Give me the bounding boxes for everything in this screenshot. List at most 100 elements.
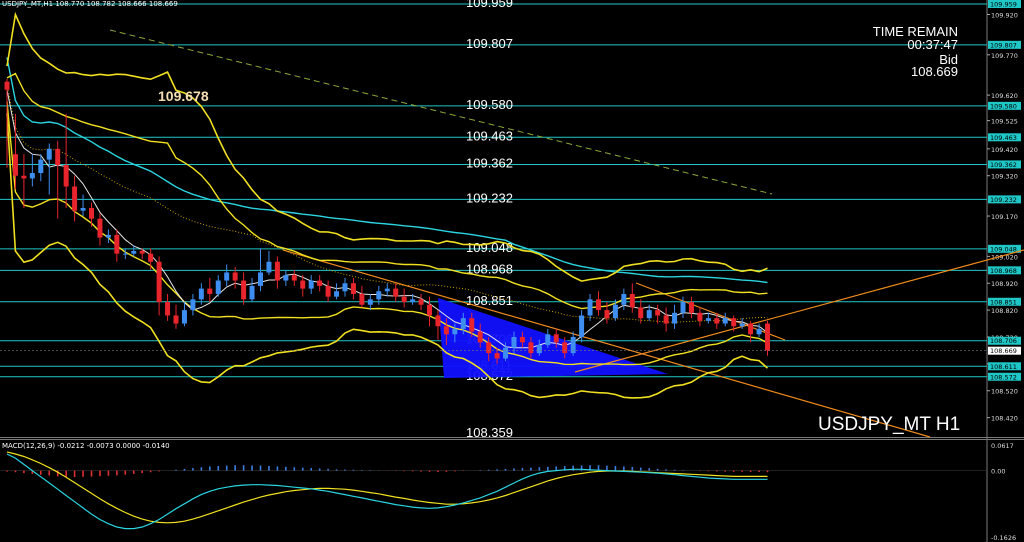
candle-body bbox=[376, 291, 382, 300]
price-axis-tick-label: 109.525 bbox=[991, 118, 1018, 126]
level-label: 108.359 bbox=[466, 425, 513, 440]
candle-body bbox=[604, 310, 610, 319]
candle-body bbox=[173, 315, 179, 324]
level-label: 109.580 bbox=[466, 97, 513, 112]
candle-body bbox=[672, 312, 678, 324]
candle-body bbox=[756, 328, 762, 335]
price-axis-tick-label: 109.320 bbox=[991, 173, 1018, 181]
candle-body bbox=[266, 261, 272, 273]
candle-body bbox=[274, 261, 280, 281]
candle-body bbox=[283, 275, 289, 281]
candle-body bbox=[393, 288, 399, 297]
candle-body bbox=[663, 315, 669, 324]
candle-body bbox=[410, 299, 416, 303]
candle-body bbox=[198, 288, 204, 300]
candle-body bbox=[536, 345, 542, 354]
candle-body bbox=[714, 318, 720, 324]
candle-body bbox=[629, 293, 635, 308]
candle-body bbox=[156, 261, 162, 303]
bid-value: 108.669 bbox=[911, 64, 958, 79]
price-axis-tick-label: 109.420 bbox=[991, 146, 1018, 154]
candle-body bbox=[765, 323, 770, 351]
chart-header: USDJPY_MT,H1 108.770 108.782 108.666 108… bbox=[2, 0, 178, 8]
candle-body bbox=[181, 310, 187, 324]
level-price-tag-label: 108.706 bbox=[990, 337, 1017, 345]
candle-body bbox=[469, 318, 475, 332]
candle-body bbox=[621, 293, 627, 305]
time-remain-label: TIME REMAIN bbox=[872, 24, 958, 39]
candle-body bbox=[165, 302, 171, 316]
candle-body bbox=[748, 323, 754, 335]
candle-body bbox=[722, 318, 728, 324]
candle-body bbox=[291, 275, 297, 281]
candle-body bbox=[427, 304, 432, 316]
candle-body bbox=[249, 285, 255, 300]
price-axis-tick-label: 108.420 bbox=[991, 415, 1018, 423]
candle-body bbox=[688, 302, 694, 313]
candle-body bbox=[232, 272, 238, 281]
level-label: 109.463 bbox=[466, 128, 513, 143]
candle-body bbox=[384, 288, 390, 292]
candle-body bbox=[359, 293, 365, 305]
high-price-label: 109.678 bbox=[158, 88, 209, 104]
candle-body bbox=[731, 318, 737, 327]
candle-body bbox=[190, 299, 196, 311]
level-label: 109.048 bbox=[466, 240, 513, 255]
candle-body bbox=[486, 342, 492, 354]
candle-body bbox=[503, 347, 509, 359]
candle-body bbox=[350, 283, 356, 294]
candle-body bbox=[511, 336, 517, 348]
candle-body bbox=[4, 81, 10, 90]
candle-body bbox=[655, 310, 661, 316]
candle-body bbox=[131, 250, 137, 254]
candle-body bbox=[401, 296, 407, 303]
candle-body bbox=[452, 328, 458, 335]
candle-body bbox=[612, 304, 618, 319]
candle-body bbox=[579, 315, 585, 337]
price-axis-tick-label: 108.820 bbox=[991, 307, 1018, 315]
candle-body bbox=[334, 291, 340, 297]
level-label: 109.232 bbox=[466, 190, 513, 205]
level-price-tag-label: 109.807 bbox=[990, 41, 1017, 49]
candle-body bbox=[477, 331, 483, 343]
candle-body bbox=[105, 234, 111, 238]
macd-label: MACD(12,26,9) -0.0212 -0.0073 0.0000 -0.… bbox=[2, 442, 170, 450]
level-price-tag-label: 109.362 bbox=[990, 161, 1017, 169]
macd-axis-tick-label: 0.0617 bbox=[991, 442, 1014, 450]
price-axis-tick-label: 109.170 bbox=[991, 213, 1018, 221]
price-axis-tick-label: 109.920 bbox=[991, 11, 1018, 19]
level-price-tag-label: 109.580 bbox=[990, 102, 1017, 110]
candle-body bbox=[325, 285, 331, 297]
candle-body bbox=[418, 299, 424, 305]
candle-body bbox=[207, 288, 213, 294]
price-chart[interactable]: 109.920 109.770 109.620 109.525 109.420 109.3… bbox=[0, 0, 1024, 542]
candle-body bbox=[680, 302, 686, 313]
candle-body bbox=[739, 323, 745, 327]
level-label: 109.959 bbox=[466, 0, 513, 10]
candle-body bbox=[55, 148, 61, 165]
candle-body bbox=[12, 154, 18, 176]
price-axis-tick-label: 109.620 bbox=[991, 92, 1018, 100]
candle-body bbox=[215, 280, 221, 294]
candle-body bbox=[545, 334, 551, 346]
candle-body bbox=[300, 280, 306, 289]
level-price-tag-label: 108.611 bbox=[990, 363, 1017, 371]
level-label: 109.362 bbox=[466, 155, 513, 170]
current-price-tag-label: 108.669 bbox=[990, 347, 1017, 355]
candle-body bbox=[367, 299, 373, 305]
time-remain-value: 00:37:47 bbox=[907, 37, 958, 52]
macd-axis-tick-label: -0.1626 bbox=[991, 534, 1016, 542]
level-price-tag-label: 108.968 bbox=[990, 267, 1017, 275]
candle-body bbox=[596, 299, 601, 311]
candle-body bbox=[139, 250, 145, 254]
level-price-tag-label: 109.959 bbox=[990, 1, 1017, 9]
level-price-tag-label: 109.232 bbox=[990, 196, 1017, 204]
candle-body bbox=[72, 186, 78, 211]
candle-body bbox=[29, 173, 35, 179]
candle-body bbox=[258, 272, 263, 286]
candle-body bbox=[697, 312, 703, 321]
candle-body bbox=[460, 318, 466, 329]
candle-body bbox=[63, 164, 69, 187]
candle-body bbox=[46, 148, 52, 160]
candle-body bbox=[148, 253, 154, 262]
